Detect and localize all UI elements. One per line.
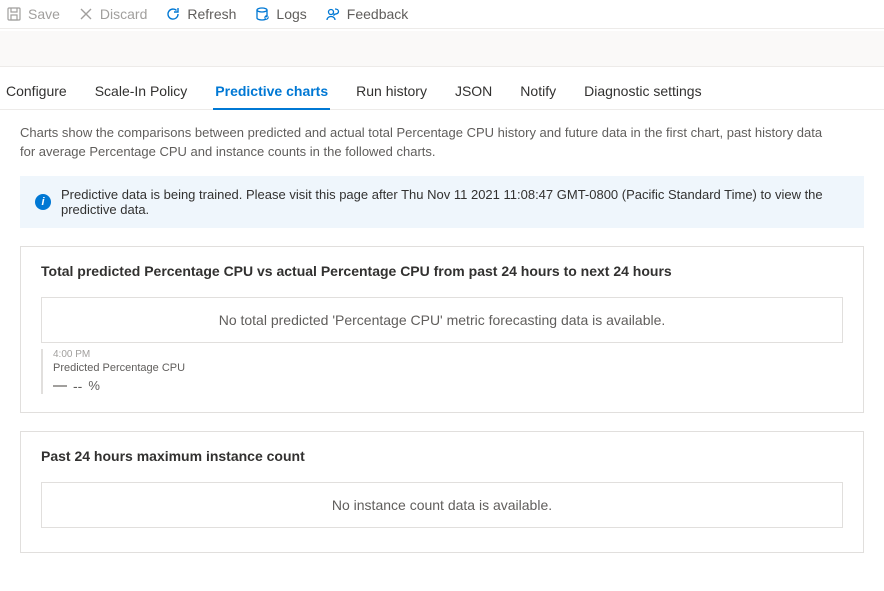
chart-cpu-unit: % <box>88 378 100 393</box>
save-button[interactable]: Save <box>6 6 60 22</box>
tab-run-history[interactable]: Run history <box>354 77 429 109</box>
close-icon <box>78 6 94 22</box>
chart-cpu-residual: 4:00 PM Predicted Percentage CPU -- % <box>41 349 843 394</box>
save-icon <box>6 6 22 22</box>
tab-notify[interactable]: Notify <box>518 77 558 109</box>
feedback-button[interactable]: Feedback <box>325 6 408 22</box>
feedback-icon <box>325 6 341 22</box>
info-icon: i <box>35 194 51 210</box>
info-bar: i Predictive data is being trained. Plea… <box>20 176 864 228</box>
discard-label: Discard <box>100 6 147 22</box>
logs-label: Logs <box>276 6 306 22</box>
chart-cpu-value: -- <box>73 378 82 394</box>
card-cpu-title: Total predicted Percentage CPU vs actual… <box>41 263 843 279</box>
card-instance-empty-banner: No instance count data is available. <box>41 482 843 528</box>
tab-row: Configure Scale-In Policy Predictive cha… <box>0 67 884 110</box>
chart-cpu-tick: 4:00 PM <box>53 349 843 360</box>
legend-swatch <box>53 385 67 387</box>
card-cpu-forecast: Total predicted Percentage CPU vs actual… <box>20 246 864 413</box>
info-message: Predictive data is being trained. Please… <box>61 187 849 217</box>
card-instance-title: Past 24 hours maximum instance count <box>41 448 843 464</box>
refresh-label: Refresh <box>187 6 236 22</box>
intro-text: Charts show the comparisons between pred… <box>20 124 840 162</box>
feedback-label: Feedback <box>347 6 408 22</box>
tab-json[interactable]: JSON <box>453 77 494 109</box>
tab-configure[interactable]: Configure <box>4 77 69 109</box>
chart-cpu-value-row: -- % <box>53 378 843 394</box>
logs-button[interactable]: Logs <box>254 6 306 22</box>
main-body: Charts show the comparisons between pred… <box>0 110 884 591</box>
refresh-button[interactable]: Refresh <box>165 6 236 22</box>
refresh-icon <box>165 6 181 22</box>
tab-scale-in-policy[interactable]: Scale-In Policy <box>93 77 190 109</box>
tab-predictive-charts[interactable]: Predictive charts <box>213 77 330 109</box>
logs-icon <box>254 6 270 22</box>
tab-diagnostic-settings[interactable]: Diagnostic settings <box>582 77 704 109</box>
discard-button[interactable]: Discard <box>78 6 147 22</box>
header-strip <box>0 31 884 67</box>
card-instance-count: Past 24 hours maximum instance count No … <box>20 431 864 553</box>
chart-cpu-series-label: Predicted Percentage CPU <box>53 362 843 374</box>
command-bar: Save Discard Refresh Logs <box>0 0 884 29</box>
card-cpu-empty-banner: No total predicted 'Percentage CPU' metr… <box>41 297 843 343</box>
save-label: Save <box>28 6 60 22</box>
